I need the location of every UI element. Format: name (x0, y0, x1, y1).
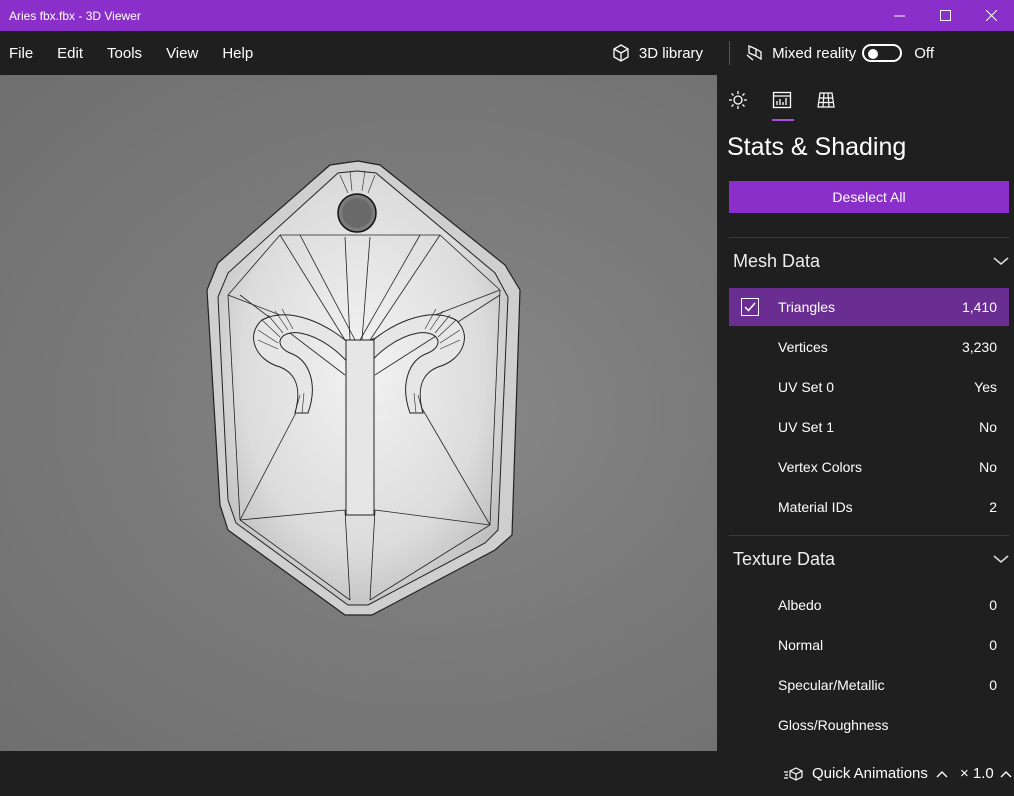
maximize-icon (939, 10, 951, 21)
close-button[interactable] (968, 0, 1014, 31)
chevron-up-icon (1000, 770, 1012, 777)
row-label: Material IDs (778, 499, 853, 515)
3d-library-button[interactable]: 3D library (611, 43, 703, 63)
mixed-reality-icon (746, 45, 762, 61)
chevron-down-icon (993, 555, 1009, 563)
menu-edit[interactable]: Edit (57, 45, 83, 62)
minimize-icon (893, 15, 905, 17)
menu-help[interactable]: Help (222, 45, 253, 62)
aries-pendant-model (206, 160, 521, 616)
row-label: Vertex Colors (778, 459, 863, 475)
mixed-reality-toggle[interactable] (862, 44, 903, 62)
tab-lighting[interactable] (727, 89, 749, 111)
deselect-all-button[interactable]: Deselect All (729, 181, 1009, 213)
tab-stats[interactable] (771, 89, 793, 111)
mixed-reality-button[interactable]: Mixed reality (744, 43, 856, 63)
mixed-reality-label: Mixed reality (772, 44, 857, 62)
triangles-checkbox[interactable] (741, 298, 759, 316)
window-title: Aries fbx.fbx - 3D Viewer (9, 8, 141, 23)
section-divider (729, 535, 1009, 536)
lighting-icon (729, 91, 747, 109)
mesh-row-uv-set-0[interactable]: UV Set 0 Yes (729, 368, 1009, 406)
mesh-row-vertices[interactable]: Vertices 3,230 (729, 328, 1009, 366)
row-label: Vertices (778, 339, 828, 355)
panel-title: Stats & Shading (727, 133, 907, 161)
texture-row-specular-metallic[interactable]: Specular/Metallic 0 (729, 666, 1009, 704)
quick-animations-label: Quick Animations (812, 765, 928, 782)
row-label: Specular/Metallic (778, 677, 885, 693)
row-value: 3,230 (961, 339, 997, 355)
bottom-bar: Quick Animations × 1.0 (0, 751, 1014, 796)
close-icon (985, 10, 997, 21)
menu-file[interactable]: File (9, 45, 33, 62)
row-value: 0 (989, 677, 997, 693)
row-value: Yes (974, 379, 997, 395)
row-label: Triangles (778, 299, 836, 315)
speed-control[interactable]: × 1.0 (960, 765, 1012, 782)
texture-row-albedo[interactable]: Albedo 0 (729, 586, 1009, 624)
grid-icon (817, 92, 835, 108)
speed-value: × 1.0 (960, 765, 994, 782)
row-label: UV Set 1 (778, 419, 835, 435)
3d-viewport[interactable] (0, 75, 717, 751)
title-bar: Aries fbx.fbx - 3D Viewer (0, 0, 1014, 31)
texture-row-normal[interactable]: Normal 0 (729, 626, 1009, 664)
stats-panel: Stats & Shading Deselect All Mesh Data T… (717, 75, 1014, 751)
stats-icon (772, 91, 792, 109)
row-value: No (979, 459, 997, 475)
row-label: Gloss/Roughness (778, 717, 889, 733)
toolbar-divider (729, 41, 731, 65)
quick-animations-button[interactable]: Quick Animations (784, 765, 948, 782)
row-value: 0 (989, 637, 997, 653)
tab-grid[interactable] (815, 89, 837, 111)
row-value: 2 (989, 499, 997, 515)
minimize-button[interactable] (876, 0, 922, 31)
chevron-down-icon (993, 257, 1009, 265)
mesh-data-title: Mesh Data (733, 250, 821, 271)
texture-row-gloss-roughness[interactable]: Gloss/Roughness (729, 706, 1009, 744)
active-tab-indicator (772, 119, 794, 121)
texture-data-title: Texture Data (733, 548, 836, 569)
menu-bar: File Edit Tools View Help 3D library Mix… (0, 31, 1014, 75)
animation-icon (784, 766, 803, 781)
mesh-row-uv-set-1[interactable]: UV Set 1 No (729, 408, 1009, 446)
toggle-state: Off (914, 44, 934, 62)
row-label: Albedo (778, 597, 822, 613)
row-label: UV Set 0 (778, 379, 835, 395)
row-value: No (979, 419, 997, 435)
maximize-button[interactable] (922, 0, 968, 31)
3d-library-label: 3D library (638, 44, 704, 62)
menu-tools[interactable]: Tools (107, 45, 142, 62)
mesh-row-vertex-colors[interactable]: Vertex Colors No (729, 448, 1009, 486)
menu-view[interactable]: View (166, 45, 198, 62)
panel-tabs (727, 89, 837, 111)
checkmark-icon (744, 302, 756, 312)
mesh-row-material-ids[interactable]: Material IDs 2 (729, 488, 1009, 526)
row-label: Normal (778, 637, 824, 653)
mesh-data-header[interactable]: Mesh Data (733, 246, 1009, 276)
section-divider (729, 237, 1009, 238)
mesh-row-triangles[interactable]: Triangles 1,410 (729, 288, 1009, 326)
row-value: 0 (989, 597, 997, 613)
texture-data-header[interactable]: Texture Data (733, 544, 1009, 574)
chevron-up-icon (936, 770, 948, 777)
row-value: 1,410 (961, 299, 997, 315)
cube-icon (613, 44, 629, 62)
